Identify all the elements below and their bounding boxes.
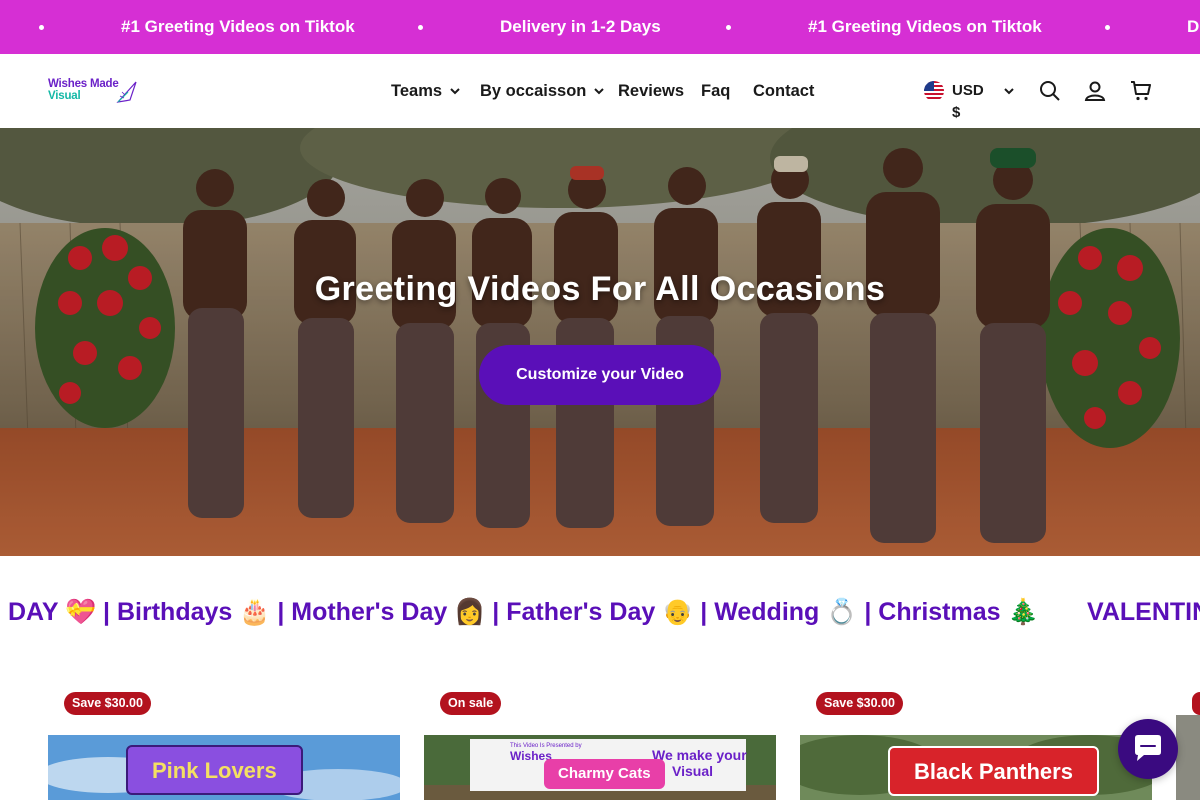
logo-line2: Visual [48, 90, 81, 102]
logo-line1: Wishes Made [48, 78, 119, 90]
product-image [1176, 715, 1200, 800]
cart-icon[interactable] [1129, 79, 1153, 103]
product-title: Black Panthers [888, 746, 1099, 796]
hero-title: Greeting Videos For All Occasions [314, 270, 886, 308]
chat-icon [1135, 735, 1161, 761]
sale-badge: Save $30.00 [64, 692, 151, 715]
paper-plane-icon [116, 81, 137, 103]
product-card[interactable]: On sale This Video Is Presented by Wishe… [424, 692, 776, 800]
search-icon[interactable] [1038, 79, 1062, 103]
currency-label: USD $ [952, 82, 984, 121]
sale-badge: On sale [440, 692, 502, 715]
occasions-marquee: DAY 💝 | Birthdays 🎂 | Mother's Day 👩 | F… [0, 586, 1200, 646]
separator-dot [39, 25, 44, 30]
separator-dot [418, 25, 423, 30]
nav-contact[interactable]: Contact [753, 54, 814, 128]
separator-dot [1105, 25, 1110, 30]
product-image[interactable]: Black Panthers [800, 735, 1152, 800]
hero-image [0, 128, 1200, 556]
announcement-bar: #1 Greeting Videos on Tiktok Delivery in… [0, 0, 1200, 54]
account-icon[interactable] [1083, 79, 1107, 103]
banner-text: Visual [672, 763, 713, 779]
product-card[interactable]: Save $30.00 Pink Lovers [48, 692, 400, 800]
nav-reviews[interactable]: Reviews [618, 54, 684, 128]
sale-badge: Save $30.00 [816, 692, 903, 715]
nav-by-occasion[interactable]: By occaisson [480, 54, 605, 128]
announcement-item: Delivery in 1-2 Days [500, 17, 661, 36]
announcement-item: #1 Greeting Videos on Tiktok [808, 17, 1042, 36]
banner-text: We make your [652, 747, 747, 763]
nav-label: By occaisson [480, 82, 587, 100]
announcement-item: #1 Greeting Videos on Tiktok [121, 17, 355, 36]
nav-faq[interactable]: Faq [701, 54, 730, 128]
us-flag-icon [924, 81, 944, 101]
product-title: Pink Lovers [126, 745, 303, 795]
nav-teams[interactable]: Teams [391, 54, 460, 128]
chat-button[interactable] [1118, 719, 1178, 779]
announcement-item: D [1187, 17, 1200, 36]
sale-badge [1192, 692, 1200, 715]
product-card-partial[interactable] [1176, 692, 1200, 800]
customize-video-button[interactable]: Customize your Video [479, 345, 721, 405]
site-header: Wishes Made Visual Teams By occaisson Re… [0, 54, 1200, 128]
separator-dot [726, 25, 731, 30]
product-card[interactable]: Save $30.00 Black Panthers [800, 692, 1152, 800]
chevron-down-icon [450, 88, 460, 95]
site-logo[interactable]: Wishes Made Visual [48, 78, 138, 106]
occasions-text: DAY 💝 | Birthdays 🎂 | Mother's Day 👩 | F… [8, 598, 1039, 626]
occasions-text: VALENTIN [1087, 598, 1200, 626]
product-image[interactable]: This Video Is Presented by Wishes We mak… [424, 735, 776, 800]
product-title: Charmy Cats [544, 759, 665, 789]
chevron-down-icon [1004, 88, 1014, 95]
product-image[interactable]: Pink Lovers [48, 735, 400, 800]
nav-label: Teams [391, 82, 443, 100]
chevron-down-icon [594, 88, 605, 95]
hero-banner: Greeting Videos For All Occasions Custom… [0, 128, 1200, 556]
